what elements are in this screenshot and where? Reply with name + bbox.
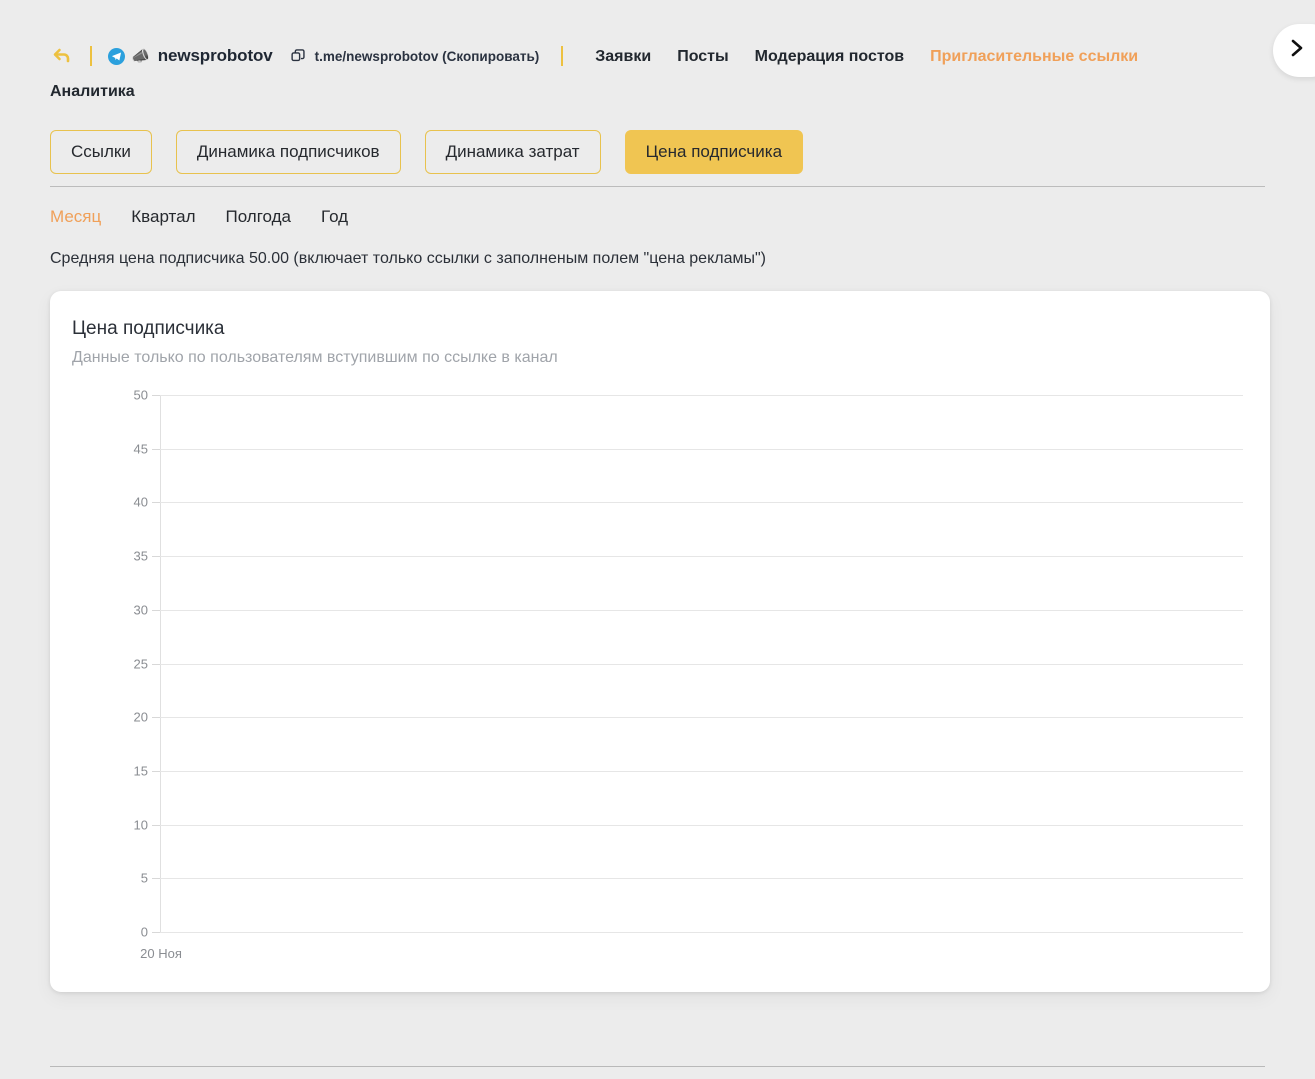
- megaphone-icon: 📣: [131, 47, 150, 65]
- channel-name: newsprobotov: [157, 46, 273, 65]
- y-axis-tick: [152, 825, 160, 826]
- chart-subtitle: Данные только по пользователям вступивши…: [72, 349, 558, 366]
- tabs-divider: [50, 186, 1265, 187]
- gridline: [160, 449, 1243, 450]
- footer-divider: [50, 1066, 1265, 1067]
- gridline: [160, 556, 1243, 557]
- gridline: [160, 932, 1243, 933]
- gridline: [160, 771, 1243, 772]
- period-quarter[interactable]: Квартал: [131, 207, 195, 227]
- gridline: [160, 825, 1243, 826]
- gridline: [160, 610, 1243, 611]
- gridline: [160, 717, 1243, 718]
- y-axis-tick: [152, 932, 160, 933]
- y-axis-tick: [152, 610, 160, 611]
- tab-ssylki[interactable]: Ссылки: [50, 130, 152, 174]
- y-axis-tick: [152, 878, 160, 879]
- period-year[interactable]: Год: [321, 207, 348, 227]
- y-axis-tick: [152, 449, 160, 450]
- gridline: [160, 878, 1243, 879]
- y-axis-tick: [152, 771, 160, 772]
- tab-cost-dynamics[interactable]: Динамика затрат: [424, 130, 601, 174]
- chart-gridlines: 0 5 10 15 20 25 30 35 40 45 50: [134, 388, 1243, 940]
- period-selector: Месяц Квартал Полгода Год: [50, 207, 348, 227]
- nav-item-invite-links[interactable]: Пригласительные ссылки: [930, 45, 1138, 68]
- period-half-year[interactable]: Полгода: [226, 207, 292, 227]
- period-month[interactable]: Месяц: [50, 207, 101, 227]
- gridline: [160, 395, 1243, 396]
- y-axis-tick: [152, 664, 160, 665]
- y-axis-tick-label: 35: [133, 548, 148, 564]
- y-axis-tick-label: 20: [133, 709, 148, 725]
- y-axis-tick-label: 0: [140, 924, 148, 940]
- app-page: 📣 newsprobotov t.me/newsprobotov (Скопир…: [0, 0, 1315, 1079]
- back-arrow-icon[interactable]: [50, 45, 74, 67]
- nav-item-posty[interactable]: Посты: [677, 45, 728, 68]
- page-title: Аналитика: [50, 82, 135, 100]
- y-axis-tick-label: 40: [133, 494, 148, 510]
- y-axis-tick-label: 10: [133, 817, 148, 833]
- copy-icon[interactable]: [291, 49, 306, 64]
- chart-plot-area: 0 5 10 15 20 25 30 35 40 45 50 20 Ноя: [50, 386, 1270, 966]
- channel-link[interactable]: t.me/newsprobotov (Скопировать): [315, 47, 540, 67]
- header-divider-2: [561, 46, 564, 67]
- y-axis-tick-label: 30: [133, 602, 148, 618]
- gridline: [160, 664, 1243, 665]
- y-axis-tick-label: 50: [133, 387, 148, 403]
- tab-subscriber-dynamics[interactable]: Динамика подписчиков: [175, 130, 401, 174]
- gridline: [160, 502, 1243, 503]
- y-axis-tick: [152, 502, 160, 503]
- y-axis-tick-label: 45: [133, 441, 148, 457]
- y-axis-tick-label: 15: [133, 763, 148, 779]
- chart-title: Цена подписчика: [72, 318, 225, 339]
- y-axis-tick: [152, 556, 160, 557]
- nav-item-moderation[interactable]: Модерация постов: [755, 45, 904, 68]
- average-price-note: Средняя цена подписчика 50.00 (включает …: [50, 250, 766, 267]
- y-axis-tick: [152, 717, 160, 718]
- chevron-right-icon: [1287, 37, 1307, 64]
- nav-item-zayavki[interactable]: Заявки: [595, 45, 651, 68]
- y-axis-tick-label: 5: [140, 870, 148, 886]
- next-page-button[interactable]: [1273, 24, 1315, 77]
- y-axis-tick-label: 25: [133, 656, 148, 672]
- telegram-icon: [108, 47, 125, 65]
- x-axis-tick-label: 20 Ноя: [140, 946, 182, 961]
- analytics-tabs: Ссылки Динамика подписчиков Динамика зат…: [50, 130, 804, 174]
- header-top-row: 📣 newsprobotov t.me/newsprobotov (Скопир…: [50, 44, 1250, 69]
- y-axis-tick: [152, 395, 160, 396]
- page-header: 📣 newsprobotov t.me/newsprobotov (Скопир…: [50, 44, 1250, 101]
- chart-card: Цена подписчика Данные только по пользов…: [50, 291, 1270, 992]
- header-divider-1: [90, 46, 92, 67]
- tab-subscriber-price[interactable]: Цена подписчика: [624, 130, 804, 174]
